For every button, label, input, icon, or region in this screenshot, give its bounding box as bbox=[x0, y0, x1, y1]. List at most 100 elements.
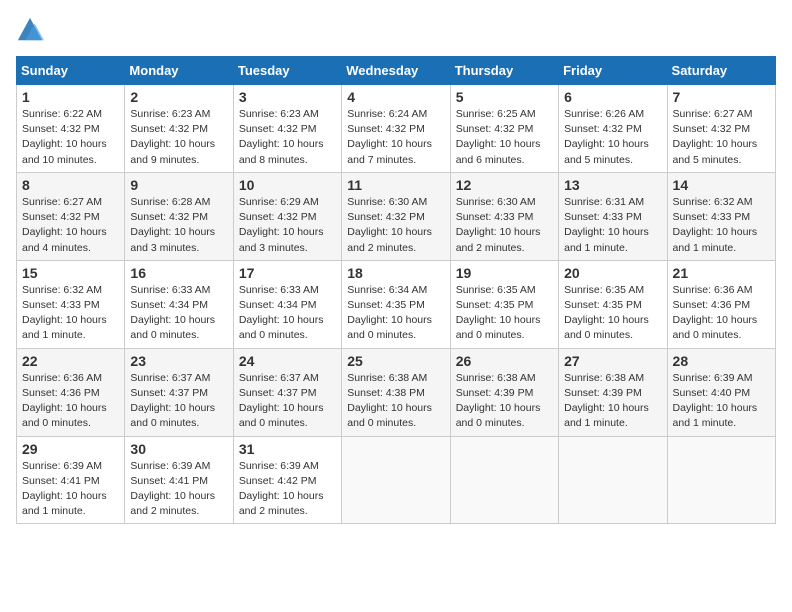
day-info: Sunrise: 6:38 AMSunset: 4:39 PMDaylight:… bbox=[564, 372, 649, 430]
day-info: Sunrise: 6:30 AMSunset: 4:32 PMDaylight:… bbox=[347, 196, 432, 254]
day-info: Sunrise: 6:38 AMSunset: 4:38 PMDaylight:… bbox=[347, 372, 432, 430]
day-number: 4 bbox=[347, 89, 444, 105]
day-number: 5 bbox=[456, 89, 553, 105]
day-cell-11: 11 Sunrise: 6:30 AMSunset: 4:32 PMDayligh… bbox=[342, 172, 450, 260]
day-cell-14: 14Sunrise: 6:32 AMSunset: 4:33 PMDayligh… bbox=[667, 172, 775, 260]
col-header-monday: Monday bbox=[125, 57, 233, 85]
day-cell-24: 24 Sunrise: 6:37 AMSunset: 4:37 PMDayligh… bbox=[233, 348, 341, 436]
day-cell-26: 26 Sunrise: 6:38 AMSunset: 4:39 PMDayligh… bbox=[450, 348, 558, 436]
day-info: Sunrise: 6:26 AMSunset: 4:32 PMDaylight:… bbox=[564, 108, 649, 166]
col-header-tuesday: Tuesday bbox=[233, 57, 341, 85]
empty-day-cell bbox=[450, 436, 558, 524]
day-info: Sunrise: 6:32 AMSunset: 4:33 PMDaylight:… bbox=[673, 196, 758, 254]
day-info: Sunrise: 6:28 AMSunset: 4:32 PMDaylight:… bbox=[130, 196, 215, 254]
day-info: Sunrise: 6:32 AMSunset: 4:33 PMDaylight:… bbox=[22, 284, 107, 342]
day-number: 16 bbox=[130, 265, 227, 281]
day-info: Sunrise: 6:34 AMSunset: 4:35 PMDaylight:… bbox=[347, 284, 432, 342]
day-info: Sunrise: 6:39 AMSunset: 4:42 PMDaylight:… bbox=[239, 460, 324, 518]
day-cell-31: 31Sunrise: 6:39 AMSunset: 4:42 PMDayligh… bbox=[233, 436, 341, 524]
day-number: 12 bbox=[456, 177, 553, 193]
day-number: 7 bbox=[673, 89, 770, 105]
day-number: 13 bbox=[564, 177, 661, 193]
day-info: Sunrise: 6:31 AMSunset: 4:33 PMDaylight:… bbox=[564, 196, 649, 254]
day-info: Sunrise: 6:27 AMSunset: 4:32 PMDaylight:… bbox=[673, 108, 758, 166]
day-cell-18: 18 Sunrise: 6:34 AMSunset: 4:35 PMDayligh… bbox=[342, 260, 450, 348]
col-header-friday: Friday bbox=[559, 57, 667, 85]
col-header-saturday: Saturday bbox=[667, 57, 775, 85]
day-number: 29 bbox=[22, 441, 119, 457]
col-header-sunday: Sunday bbox=[17, 57, 125, 85]
day-number: 10 bbox=[239, 177, 336, 193]
day-info: Sunrise: 6:30 AMSunset: 4:33 PMDaylight:… bbox=[456, 196, 541, 254]
day-info: Sunrise: 6:37 AMSunset: 4:37 PMDaylight:… bbox=[239, 372, 324, 430]
day-cell-28: 28Sunrise: 6:39 AMSunset: 4:40 PMDayligh… bbox=[667, 348, 775, 436]
day-number: 11 bbox=[347, 177, 444, 193]
empty-day-cell bbox=[342, 436, 450, 524]
logo-icon bbox=[16, 16, 44, 44]
day-cell-2: 2Sunrise: 6:23 AMSunset: 4:32 PMDaylight… bbox=[125, 85, 233, 173]
day-info: Sunrise: 6:22 AMSunset: 4:32 PMDaylight:… bbox=[22, 108, 107, 166]
day-info: Sunrise: 6:35 AMSunset: 4:35 PMDaylight:… bbox=[456, 284, 541, 342]
day-number: 25 bbox=[347, 353, 444, 369]
day-cell-3: 3 Sunrise: 6:23 AMSunset: 4:32 PMDaylight… bbox=[233, 85, 341, 173]
day-number: 8 bbox=[22, 177, 119, 193]
day-cell-29: 29 Sunrise: 6:39 AMSunset: 4:41 PMDayligh… bbox=[17, 436, 125, 524]
day-info: Sunrise: 6:36 AMSunset: 4:36 PMDaylight:… bbox=[673, 284, 758, 342]
day-number: 19 bbox=[456, 265, 553, 281]
day-info: Sunrise: 6:35 AMSunset: 4:35 PMDaylight:… bbox=[564, 284, 649, 342]
logo bbox=[16, 16, 48, 44]
day-cell-25: 25 Sunrise: 6:38 AMSunset: 4:38 PMDayligh… bbox=[342, 348, 450, 436]
calendar-table: SundayMondayTuesdayWednesdayThursdayFrid… bbox=[16, 56, 776, 524]
day-cell-16: 16 Sunrise: 6:33 AMSunset: 4:34 PMDayligh… bbox=[125, 260, 233, 348]
day-number: 1 bbox=[22, 89, 119, 105]
col-header-thursday: Thursday bbox=[450, 57, 558, 85]
day-cell-6: 6Sunrise: 6:26 AMSunset: 4:32 PMDaylight… bbox=[559, 85, 667, 173]
day-number: 27 bbox=[564, 353, 661, 369]
day-info: Sunrise: 6:23 AMSunset: 4:32 PMDaylight:… bbox=[130, 108, 215, 166]
calendar-week-4: 22 Sunrise: 6:36 AMSunset: 4:36 PMDayligh… bbox=[17, 348, 776, 436]
day-info: Sunrise: 6:33 AMSunset: 4:34 PMDaylight:… bbox=[239, 284, 324, 342]
day-number: 30 bbox=[130, 441, 227, 457]
day-cell-8: 8 Sunrise: 6:27 AMSunset: 4:32 PMDaylight… bbox=[17, 172, 125, 260]
day-cell-20: 20 Sunrise: 6:35 AMSunset: 4:35 PMDayligh… bbox=[559, 260, 667, 348]
day-info: Sunrise: 6:24 AMSunset: 4:32 PMDaylight:… bbox=[347, 108, 432, 166]
day-number: 21 bbox=[673, 265, 770, 281]
empty-day-cell bbox=[559, 436, 667, 524]
day-cell-15: 15 Sunrise: 6:32 AMSunset: 4:33 PMDayligh… bbox=[17, 260, 125, 348]
day-number: 23 bbox=[130, 353, 227, 369]
day-cell-21: 21 Sunrise: 6:36 AMSunset: 4:36 PMDayligh… bbox=[667, 260, 775, 348]
empty-day-cell bbox=[667, 436, 775, 524]
day-cell-30: 30 Sunrise: 6:39 AMSunset: 4:41 PMDayligh… bbox=[125, 436, 233, 524]
day-info: Sunrise: 6:39 AMSunset: 4:41 PMDaylight:… bbox=[22, 460, 107, 518]
day-cell-7: 7 Sunrise: 6:27 AMSunset: 4:32 PMDaylight… bbox=[667, 85, 775, 173]
day-number: 18 bbox=[347, 265, 444, 281]
day-cell-4: 4 Sunrise: 6:24 AMSunset: 4:32 PMDaylight… bbox=[342, 85, 450, 173]
day-cell-12: 12 Sunrise: 6:30 AMSunset: 4:33 PMDayligh… bbox=[450, 172, 558, 260]
calendar-week-2: 8 Sunrise: 6:27 AMSunset: 4:32 PMDaylight… bbox=[17, 172, 776, 260]
day-number: 3 bbox=[239, 89, 336, 105]
day-number: 20 bbox=[564, 265, 661, 281]
day-number: 17 bbox=[239, 265, 336, 281]
day-number: 26 bbox=[456, 353, 553, 369]
day-cell-22: 22 Sunrise: 6:36 AMSunset: 4:36 PMDayligh… bbox=[17, 348, 125, 436]
day-cell-1: 1 Sunrise: 6:22 AMSunset: 4:32 PMDaylight… bbox=[17, 85, 125, 173]
col-header-wednesday: Wednesday bbox=[342, 57, 450, 85]
day-info: Sunrise: 6:27 AMSunset: 4:32 PMDaylight:… bbox=[22, 196, 107, 254]
calendar-week-1: 1 Sunrise: 6:22 AMSunset: 4:32 PMDaylight… bbox=[17, 85, 776, 173]
day-cell-23: 23 Sunrise: 6:37 AMSunset: 4:37 PMDayligh… bbox=[125, 348, 233, 436]
day-cell-27: 27 Sunrise: 6:38 AMSunset: 4:39 PMDayligh… bbox=[559, 348, 667, 436]
day-info: Sunrise: 6:23 AMSunset: 4:32 PMDaylight:… bbox=[239, 108, 324, 166]
day-info: Sunrise: 6:29 AMSunset: 4:32 PMDaylight:… bbox=[239, 196, 324, 254]
day-info: Sunrise: 6:37 AMSunset: 4:37 PMDaylight:… bbox=[130, 372, 215, 430]
day-number: 22 bbox=[22, 353, 119, 369]
day-number: 15 bbox=[22, 265, 119, 281]
day-info: Sunrise: 6:39 AMSunset: 4:41 PMDaylight:… bbox=[130, 460, 215, 518]
calendar-week-3: 15 Sunrise: 6:32 AMSunset: 4:33 PMDayligh… bbox=[17, 260, 776, 348]
day-info: Sunrise: 6:36 AMSunset: 4:36 PMDaylight:… bbox=[22, 372, 107, 430]
day-info: Sunrise: 6:33 AMSunset: 4:34 PMDaylight:… bbox=[130, 284, 215, 342]
day-cell-17: 17 Sunrise: 6:33 AMSunset: 4:34 PMDayligh… bbox=[233, 260, 341, 348]
day-cell-5: 5Sunrise: 6:25 AMSunset: 4:32 PMDaylight… bbox=[450, 85, 558, 173]
calendar-week-5: 29 Sunrise: 6:39 AMSunset: 4:41 PMDayligh… bbox=[17, 436, 776, 524]
day-info: Sunrise: 6:38 AMSunset: 4:39 PMDaylight:… bbox=[456, 372, 541, 430]
day-number: 24 bbox=[239, 353, 336, 369]
